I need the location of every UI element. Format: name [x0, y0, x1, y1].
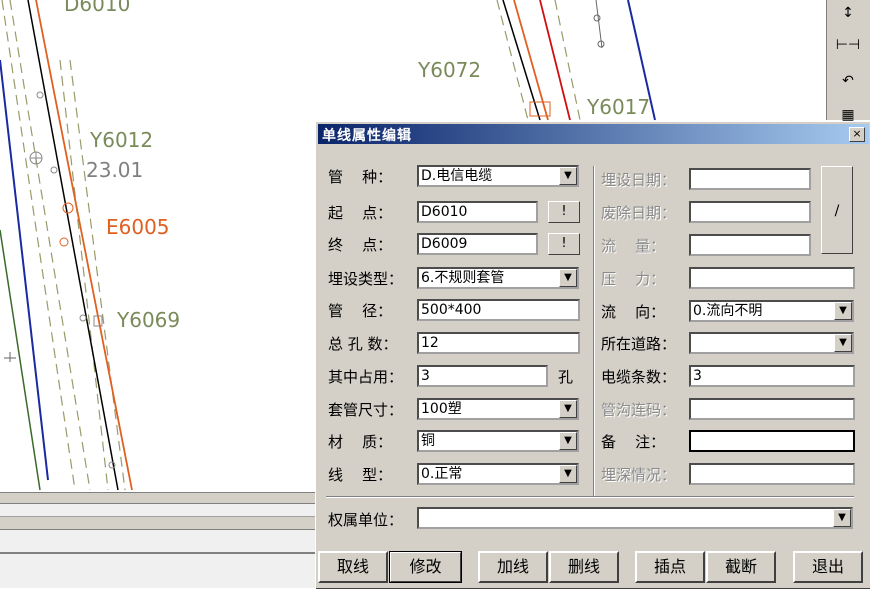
- pressure-label: 压 力：: [601, 270, 666, 288]
- occupied-unit: 孔: [558, 368, 574, 386]
- map-label-y6017: Y6017: [587, 95, 651, 119]
- chevron-down-icon[interactable]: ▼: [559, 167, 577, 185]
- chevron-down-icon[interactable]: ▼: [559, 465, 577, 483]
- end-point-pick-button[interactable]: !: [548, 233, 580, 255]
- cut-button[interactable]: 截断: [706, 551, 776, 583]
- chevron-down-icon[interactable]: ▼: [559, 400, 577, 418]
- diameter-label: 管 径：: [328, 302, 393, 320]
- right-toolbar: ↕ ⊢⊣ ↶ ▦: [826, 0, 870, 123]
- burial-type-select[interactable]: 6.不规则套管 ▼: [417, 267, 579, 289]
- close-icon[interactable]: ×: [849, 127, 865, 142]
- pressure-input[interactable]: [689, 267, 855, 289]
- bottom-status-area: [0, 492, 320, 588]
- trench-code-input[interactable]: [689, 398, 855, 420]
- owner-select[interactable]: ▼: [417, 507, 853, 529]
- depth-status-input[interactable]: [689, 463, 855, 485]
- sleeve-size-value: 100塑: [421, 401, 462, 417]
- end-point-input[interactable]: D6009: [417, 233, 538, 255]
- delete-line-button[interactable]: 删线: [549, 551, 619, 583]
- cable-count-input[interactable]: 3: [689, 365, 855, 387]
- dialog-title: 单线属性编辑: [322, 128, 412, 144]
- flow-direction-label: 流 向：: [601, 303, 666, 321]
- line-type-select[interactable]: 0.正常 ▼: [417, 463, 579, 485]
- material-select[interactable]: 铜 ▼: [417, 430, 579, 452]
- map-label-y6072: Y6072: [418, 58, 482, 82]
- removal-date-label: 废除日期：: [601, 204, 677, 222]
- removal-date-input[interactable]: [689, 201, 811, 223]
- sleeve-size-select[interactable]: 100塑 ▼: [417, 398, 579, 420]
- add-line-button[interactable]: 加线: [478, 551, 548, 583]
- horizontal-scrollbar[interactable]: [0, 492, 320, 504]
- chevron-down-icon[interactable]: ▼: [559, 269, 577, 287]
- total-holes-label: 总 孔 数：: [328, 335, 398, 353]
- chevron-down-icon[interactable]: ▼: [833, 509, 851, 527]
- section-divider: [326, 496, 854, 498]
- road-select[interactable]: ▼: [689, 332, 854, 354]
- burial-date-label: 埋设日期：: [601, 171, 677, 189]
- chevron-down-icon[interactable]: ▼: [834, 334, 852, 352]
- column-divider: [593, 166, 595, 496]
- end-point-label: 终 点：: [328, 236, 393, 254]
- modify-button[interactable]: 修改: [389, 551, 462, 583]
- map-label-elevation: 23.01: [86, 158, 144, 182]
- flow-direction-select[interactable]: 0.流向不明 ▼: [689, 300, 854, 322]
- cable-count-label: 电缆条数：: [601, 368, 677, 386]
- measure-icon[interactable]: ⊢⊣: [835, 34, 861, 56]
- burial-type-value: 6.不规则套管: [421, 270, 505, 286]
- divider: [0, 552, 320, 554]
- total-holes-input[interactable]: 12: [417, 332, 580, 354]
- map-label-y6012: Y6012: [90, 128, 154, 152]
- pipe-type-value: D.电信电缆: [421, 168, 493, 184]
- chevron-down-icon[interactable]: ▼: [834, 302, 852, 320]
- start-point-input[interactable]: D6010: [417, 201, 538, 223]
- line-attribute-dialog: 单线属性编辑 × 管 种： D.电信电缆 ▼ 起 点： D6010 ! 终 点：…: [315, 121, 870, 589]
- material-value: 铜: [421, 433, 435, 449]
- map-label-d6010: D6010: [64, 0, 131, 16]
- start-point-pick-button[interactable]: !: [548, 201, 580, 223]
- occupied-label: 其中占用：: [328, 368, 404, 386]
- road-label: 所在道路：: [601, 335, 677, 353]
- burial-type-label: 埋设类型：: [328, 270, 404, 288]
- arc-icon[interactable]: ↶: [835, 70, 861, 92]
- owner-label: 权属单位：: [328, 511, 404, 529]
- depth-status-label: 埋深情况：: [601, 466, 677, 484]
- remark-input[interactable]: [689, 430, 855, 452]
- material-label: 材 质：: [328, 433, 393, 451]
- flow-label: 流 量：: [601, 237, 666, 255]
- flow-direction-value: 0.流向不明: [693, 303, 763, 319]
- date-side-button[interactable]: /: [821, 166, 853, 254]
- dimension-icon[interactable]: ↕: [835, 2, 861, 24]
- trench-code-label: 管沟连码：: [601, 401, 677, 419]
- line-type-label: 线 型：: [328, 466, 393, 484]
- dialog-titlebar[interactable]: 单线属性编辑 ×: [318, 124, 869, 144]
- chevron-down-icon[interactable]: ▼: [559, 432, 577, 450]
- line-type-value: 0.正常: [421, 466, 463, 482]
- insert-point-button[interactable]: 插点: [635, 551, 705, 583]
- pipe-type-select[interactable]: D.电信电缆 ▼: [417, 165, 579, 187]
- pipe-type-label: 管 种：: [328, 168, 393, 186]
- sleeve-size-label: 套管尺寸：: [328, 401, 404, 419]
- exit-button[interactable]: 退出: [793, 551, 863, 583]
- flow-input[interactable]: [689, 234, 811, 256]
- occupied-input[interactable]: 3: [417, 365, 548, 387]
- remark-label: 备 注：: [601, 433, 666, 451]
- start-point-label: 起 点：: [328, 204, 393, 222]
- diameter-input[interactable]: 500*400: [417, 299, 580, 321]
- status-bar: [0, 516, 320, 530]
- burial-date-input[interactable]: [689, 168, 811, 190]
- map-label-y6069: Y6069: [117, 308, 181, 332]
- pick-line-button[interactable]: 取线: [318, 551, 388, 583]
- map-label-e6005: E6005: [106, 215, 170, 239]
